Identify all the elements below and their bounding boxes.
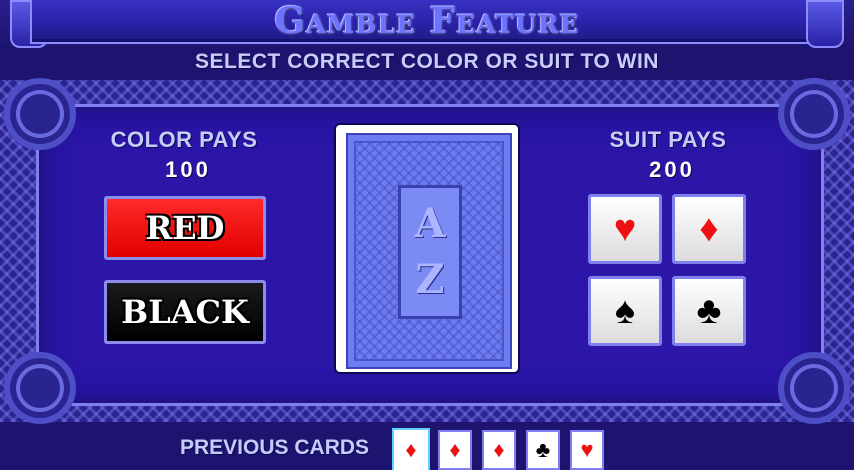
diamond-icon: ♦ <box>405 437 417 462</box>
spades-button[interactable]: ♠ <box>588 276 662 346</box>
diamond-icon: ♦ <box>493 437 505 462</box>
suit-pays-value: 200 <box>649 157 695 182</box>
heart-icon: ♥ <box>613 207 637 250</box>
hearts-button[interactable]: ♥ <box>588 194 662 264</box>
red-button[interactable]: RED <box>104 196 266 260</box>
face-down-card: A Z <box>334 123 520 374</box>
diamonds-button[interactable]: ♦ <box>672 194 746 264</box>
club-icon: ♣ <box>535 437 551 462</box>
corner-knot-bottom-right <box>778 352 850 424</box>
previous-card-2: ♦ <box>438 430 472 470</box>
heart-icon: ♥ <box>580 437 594 462</box>
diamond-icon: ♦ <box>449 437 461 462</box>
diamond-icon: ♦ <box>699 207 719 250</box>
corner-knot-top-left <box>4 78 76 150</box>
previous-card-1: ♦ <box>394 430 428 470</box>
clubs-button[interactable]: ♣ <box>672 276 746 346</box>
corner-knot-bottom-left <box>4 352 76 424</box>
monogram-letter-z: Z <box>415 256 445 303</box>
previous-card-4: ♣ <box>526 430 560 470</box>
monogram-letter-a: A <box>414 200 446 247</box>
corner-knot-top-right <box>778 78 850 150</box>
title-banner: Gamble Feature <box>0 0 854 48</box>
color-pays-value: 100 <box>165 157 211 182</box>
color-pays-label: COLOR PAYS <box>110 127 258 152</box>
previous-cards-label: PREVIOUS CARDS <box>180 436 370 459</box>
card-back: A Z <box>346 133 512 369</box>
spade-icon: ♠ <box>614 289 636 332</box>
previous-card-5: ♥ <box>570 430 604 470</box>
instruction-text: SELECT CORRECT COLOR OR SUIT TO WIN <box>195 50 659 73</box>
suit-pays-label: SUIT PAYS <box>609 127 727 152</box>
previous-card-3: ♦ <box>482 430 516 470</box>
black-button[interactable]: BLACK <box>104 280 266 344</box>
club-icon: ♣ <box>696 289 722 332</box>
page-title: Gamble Feature <box>274 0 580 42</box>
card-monogram: A Z <box>398 185 462 319</box>
